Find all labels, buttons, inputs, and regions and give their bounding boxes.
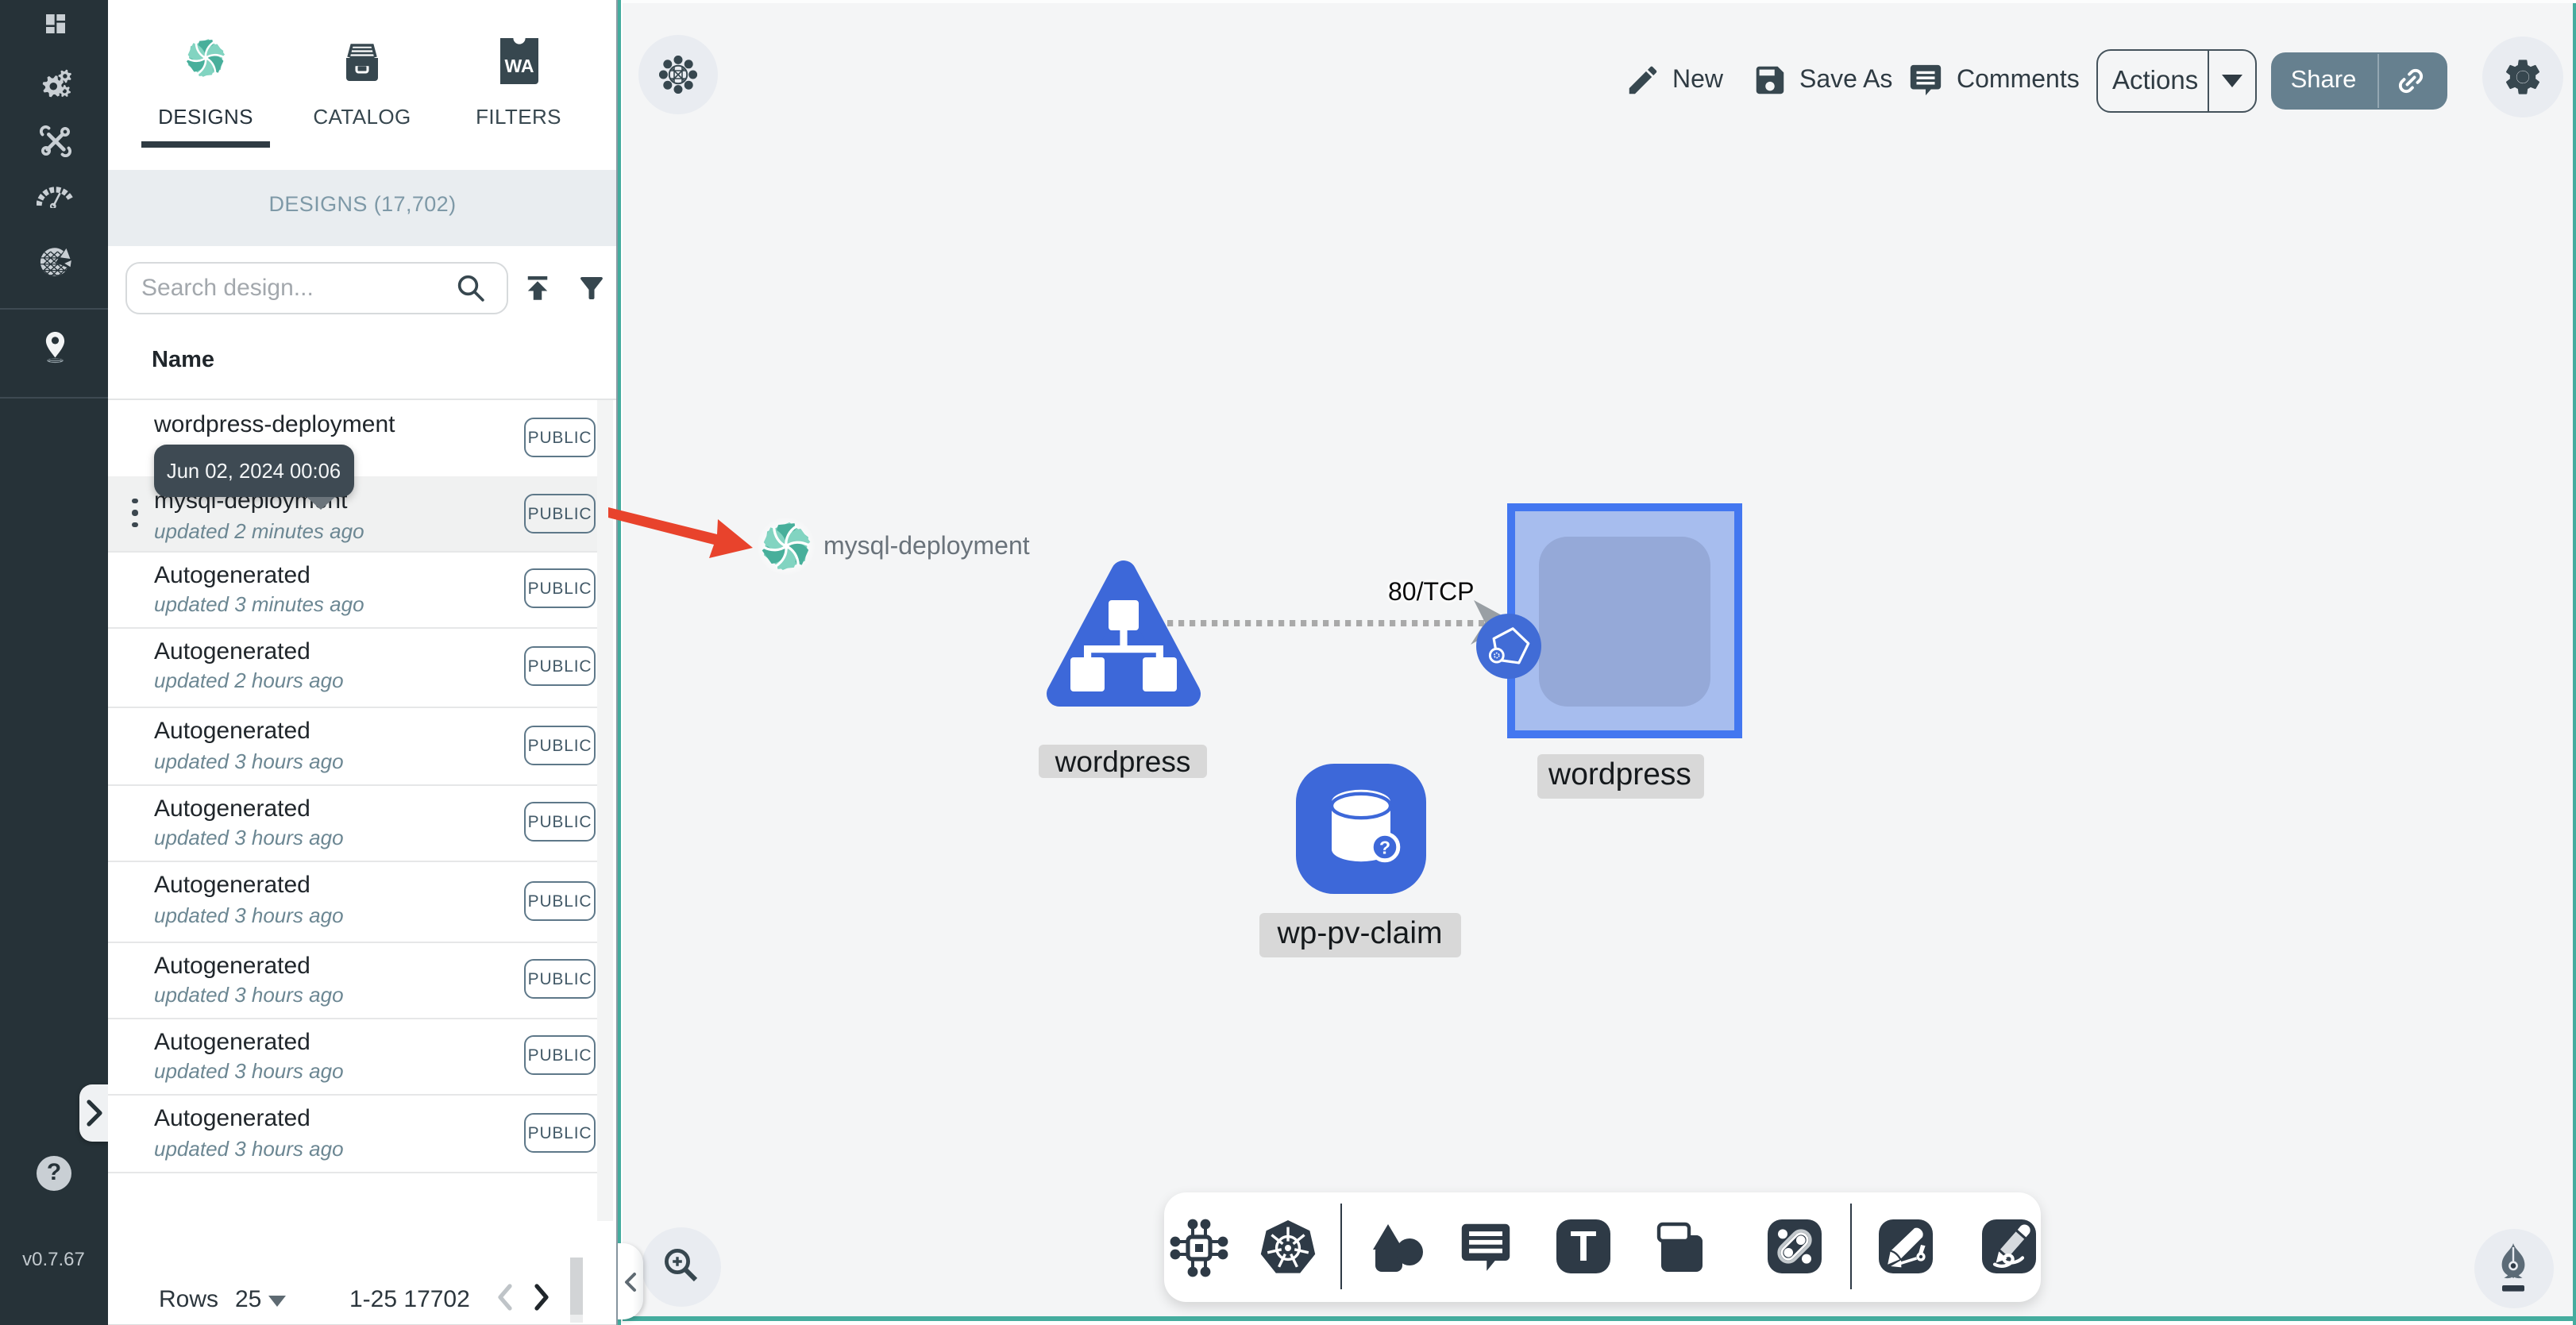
svg-text:?: ? [1379,837,1390,857]
svg-text:T: T [1570,1223,1596,1270]
svg-text:WA: WA [504,55,534,75]
